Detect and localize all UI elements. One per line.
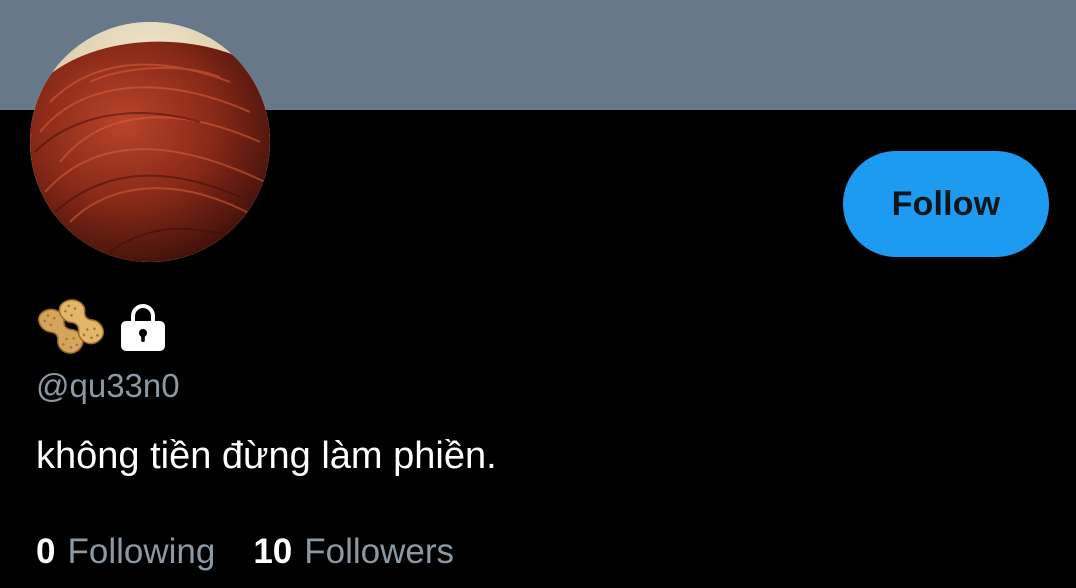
profile-stats: 0 Following 10 Followers bbox=[36, 530, 454, 574]
following-link[interactable]: 0 Following bbox=[36, 530, 215, 574]
profile-bio: không tiền đừng làm phiền. bbox=[36, 435, 497, 477]
following-label: Following bbox=[67, 532, 216, 571]
avatar-image bbox=[30, 22, 270, 262]
peanut-icon bbox=[38, 299, 104, 354]
followers-label: Followers bbox=[304, 532, 455, 571]
profile-page: Follow @qu33n0 không tiền đừng làm phiền… bbox=[0, 0, 1076, 588]
following-count: 0 bbox=[36, 532, 56, 571]
lock-icon bbox=[121, 304, 165, 351]
followers-count: 10 bbox=[253, 532, 293, 571]
display-name bbox=[36, 288, 168, 354]
followers-link[interactable]: 10 Followers bbox=[253, 530, 454, 574]
profile-handle: @qu33n0 bbox=[36, 367, 180, 404]
avatar[interactable] bbox=[30, 22, 270, 262]
follow-button[interactable]: Follow bbox=[843, 151, 1049, 257]
